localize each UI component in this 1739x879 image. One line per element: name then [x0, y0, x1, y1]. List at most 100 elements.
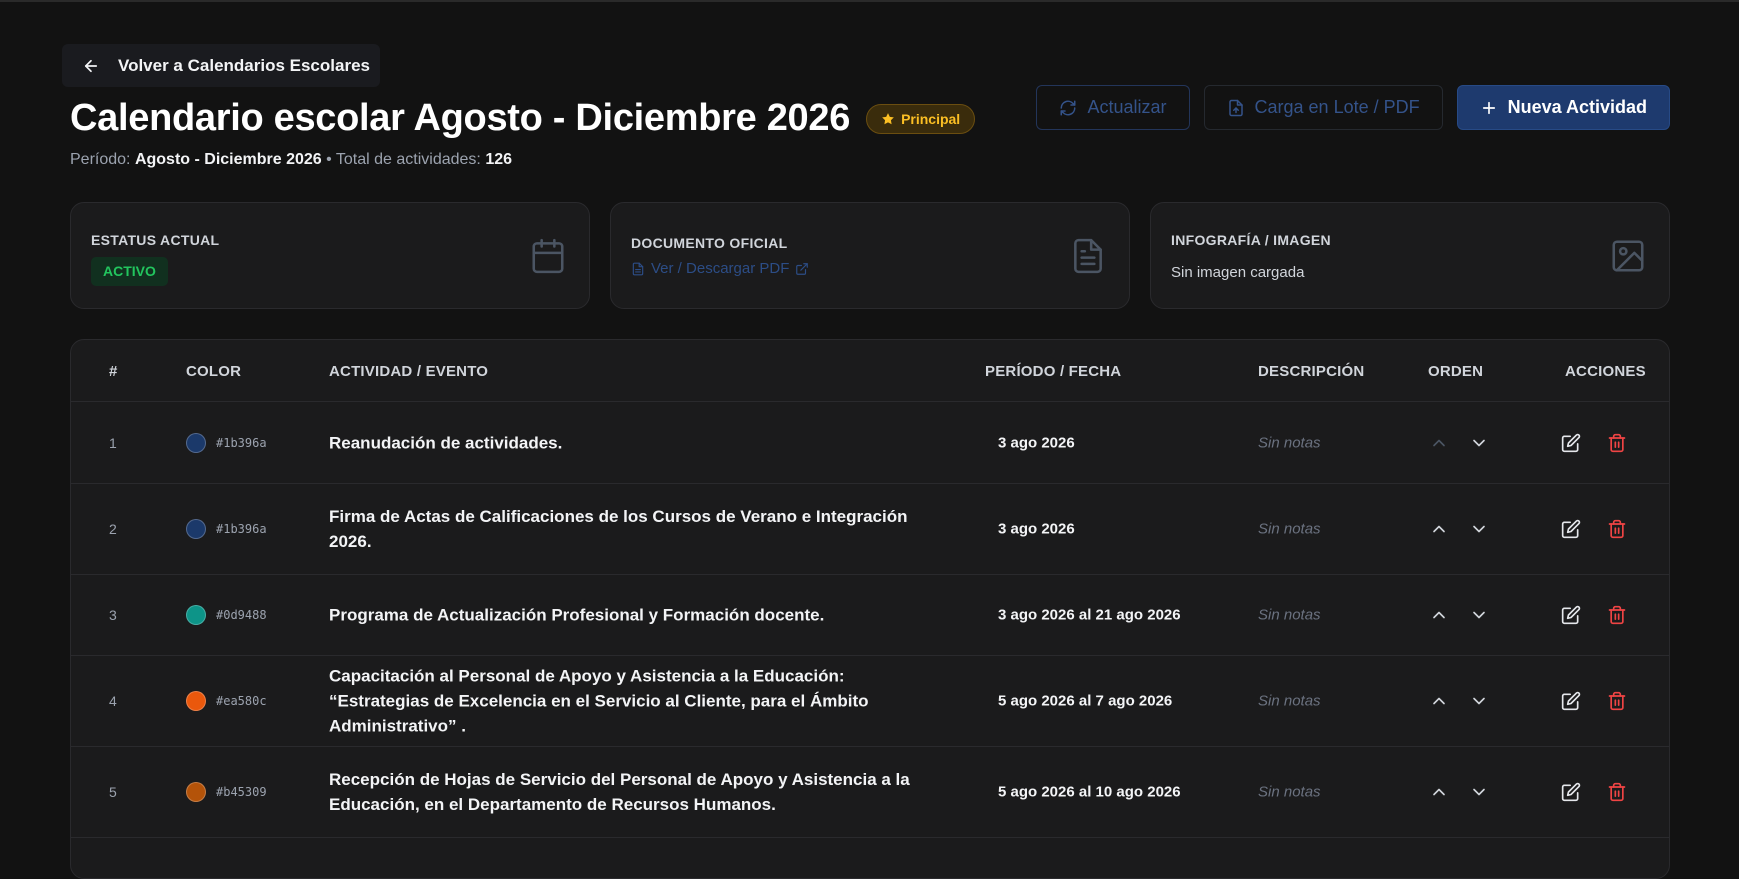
- color-hex: #1b396a: [216, 435, 267, 450]
- color-hex: #1b396a: [216, 522, 267, 536]
- table-body: 1 #1b396a Reanudación de actividades. 3 …: [71, 402, 1669, 838]
- move-up-button[interactable]: [1429, 782, 1449, 802]
- row-date: 5 ago 2026 al 10 ago 2026: [998, 783, 1181, 801]
- arrow-left-icon: [84, 59, 98, 72]
- header-order: Orden: [1428, 363, 1484, 380]
- color-swatch: [186, 519, 206, 539]
- chevron-up-icon: [1433, 788, 1445, 796]
- row-actions: [1561, 605, 1627, 625]
- color-hex: #b45309: [216, 785, 267, 799]
- row-activity: Programa de Actualización Profesional y …: [329, 605, 825, 625]
- table-row: 5 #b45309 Recepción de Hojas de Servicio…: [71, 747, 1669, 838]
- back-button[interactable]: Volver a Calendarios Escolares: [62, 44, 380, 87]
- header-color: Color: [186, 363, 242, 380]
- row-description: Sin notas: [1258, 692, 1321, 710]
- table-row: 2 #1b396a Firma de Actas de Calificacion…: [71, 484, 1669, 575]
- back-button-label: Volver a Calendarios Escolares: [118, 55, 370, 75]
- file-text-icon: [632, 262, 644, 275]
- new-activity-button[interactable]: Nueva Actividad: [1456, 85, 1670, 130]
- move-up-button[interactable]: [1429, 519, 1449, 539]
- edit-icon: [1561, 433, 1581, 452]
- delete-button[interactable]: [1607, 605, 1627, 625]
- download-pdf-label: Ver / Descargar PDF: [651, 260, 790, 277]
- status-badge: ACTIVO: [91, 257, 168, 286]
- row-actions: [1561, 782, 1627, 802]
- info-cards: Estatus actual ACTIVO Documento oficial …: [70, 202, 1670, 309]
- image-card-label: Infografía / Imagen: [1171, 232, 1331, 248]
- title-row: Calendario escolar Agosto - Diciembre 20…: [70, 97, 976, 140]
- principal-badge-label: Principal: [901, 110, 961, 127]
- delete-button[interactable]: [1607, 782, 1627, 802]
- move-up-button[interactable]: [1429, 691, 1449, 711]
- activities-table: # Color Actividad / Evento Período / Fec…: [70, 339, 1670, 879]
- row-date: 3 ago 2026: [998, 434, 1075, 451]
- header-period: Período / Fecha: [985, 363, 1122, 380]
- move-down-button[interactable]: [1469, 433, 1489, 453]
- trash-icon: [1608, 519, 1626, 539]
- chevron-down-icon: [1473, 439, 1485, 446]
- row-date: 3 ago 2026: [998, 520, 1075, 538]
- plus-icon: [1482, 101, 1495, 114]
- toolbar: Actualizar Carga en Lote / PDF Nueva Act…: [1036, 85, 1670, 130]
- edit-icon: [1561, 519, 1581, 539]
- move-down-button[interactable]: [1469, 691, 1489, 711]
- chevron-up-icon: [1433, 611, 1445, 619]
- document-card-label: Documento oficial: [631, 235, 788, 251]
- row-number: 5: [109, 784, 117, 800]
- delete-button[interactable]: [1607, 433, 1627, 453]
- image-icon: [1612, 240, 1644, 272]
- refresh-button[interactable]: Actualizar: [1036, 85, 1190, 130]
- edit-button[interactable]: [1561, 605, 1581, 625]
- row-description: Sin notas: [1258, 520, 1321, 538]
- header-description: Descripción: [1258, 363, 1365, 380]
- row-actions: [1561, 519, 1627, 539]
- move-down-button[interactable]: [1469, 519, 1489, 539]
- move-up-button[interactable]: [1429, 605, 1449, 625]
- trash-icon: [1608, 605, 1626, 625]
- image-card-text: Sin imagen cargada: [1171, 264, 1305, 281]
- new-activity-button-label: Nueva Actividad: [1507, 97, 1647, 117]
- batch-upload-button[interactable]: Carga en Lote / PDF: [1203, 85, 1443, 130]
- chevron-down-icon: [1473, 525, 1485, 533]
- status-card: Estatus actual ACTIVO: [70, 202, 590, 309]
- edit-button[interactable]: [1561, 782, 1581, 802]
- row-activity: Capacitación al Personal de Apoyo y Asis…: [329, 666, 869, 736]
- table-row: 3 #0d9488 Programa de Actualización Prof…: [71, 575, 1669, 656]
- edit-icon: [1561, 782, 1581, 802]
- color-hex: #ea580c: [216, 694, 267, 708]
- trash-icon: [1608, 782, 1626, 802]
- color-swatch: [186, 432, 206, 453]
- edit-button[interactable]: [1561, 519, 1581, 539]
- row-actions: [1561, 433, 1627, 453]
- row-order: [1429, 605, 1489, 625]
- move-down-button[interactable]: [1469, 782, 1489, 802]
- row-number: 4: [109, 693, 117, 709]
- row-actions: [1561, 691, 1627, 711]
- row-number: 2: [109, 521, 117, 537]
- row-order: [1429, 782, 1489, 802]
- chevron-up-icon: [1433, 697, 1445, 705]
- document-icon: [1074, 238, 1102, 274]
- move-down-button[interactable]: [1469, 605, 1489, 625]
- edit-button[interactable]: [1561, 433, 1581, 453]
- principal-badge: Principal: [866, 103, 976, 134]
- move-up-button[interactable]: [1429, 433, 1449, 453]
- edit-button[interactable]: [1561, 691, 1581, 711]
- row-order: [1429, 433, 1489, 453]
- color-swatch: [186, 691, 206, 711]
- edit-icon: [1561, 605, 1581, 625]
- row-date: 3 ago 2026 al 21 ago 2026: [998, 606, 1181, 624]
- delete-button[interactable]: [1607, 691, 1627, 711]
- star-icon: [882, 112, 894, 124]
- row-number: 1: [109, 434, 117, 451]
- status-card-label: Estatus actual: [91, 232, 220, 248]
- row-activity: Firma de Actas de Calificaciones de los …: [329, 507, 908, 551]
- row-order: [1429, 519, 1489, 539]
- delete-button[interactable]: [1607, 519, 1627, 539]
- table-row: 1 #1b396a Reanudación de actividades. 3 …: [71, 402, 1669, 484]
- document-card: Documento oficial Ver / Descargar PDF: [610, 202, 1130, 309]
- row-color: #1b396a: [186, 432, 267, 453]
- download-pdf-link[interactable]: Ver / Descargar PDF: [631, 260, 1129, 277]
- chevron-down-icon: [1473, 697, 1485, 705]
- chevron-down-icon: [1473, 611, 1485, 619]
